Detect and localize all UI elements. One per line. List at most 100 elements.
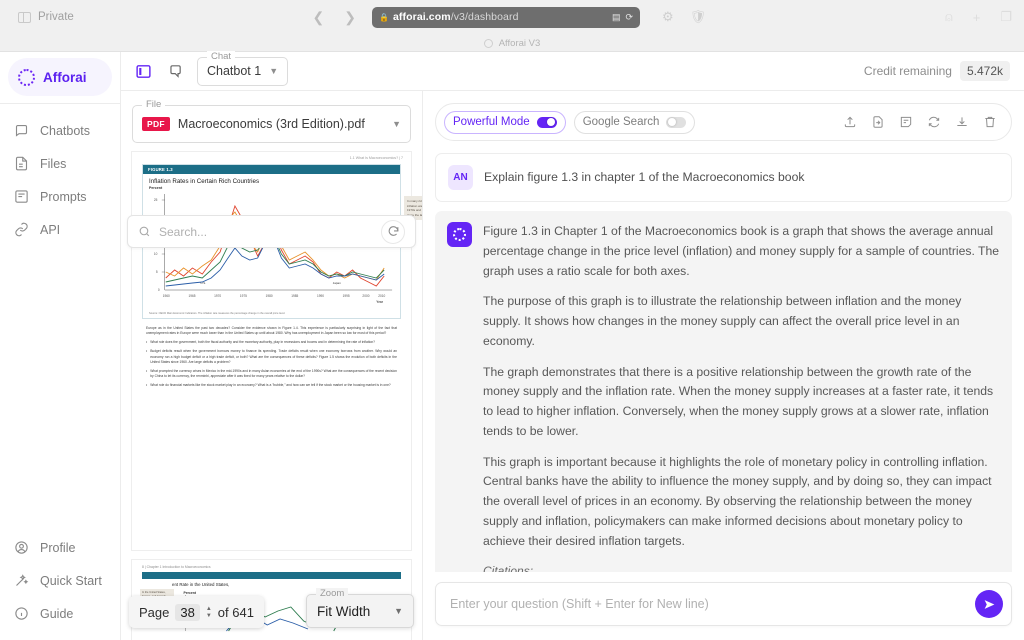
- sidebar-item-profile[interactable]: Profile: [0, 531, 120, 564]
- credit-display: Credit remaining 5.472k: [864, 61, 1010, 81]
- page-number-input[interactable]: 38: [175, 603, 200, 621]
- sidebar-item-guide[interactable]: Guide: [0, 597, 120, 630]
- page-navigator[interactable]: Page 38 ▲ ▼ of 641: [129, 596, 264, 628]
- plus-icon[interactable]: +: [973, 10, 981, 25]
- zoom-select[interactable]: Zoom Fit Width ▼: [306, 588, 414, 628]
- google-search-label: Google Search: [582, 116, 660, 128]
- page-stepper[interactable]: ▲ ▼: [206, 606, 212, 619]
- powerful-mode-switch[interactable]: [536, 116, 557, 128]
- figure-title: Inflation Rates in Certain Rich Countrie…: [149, 178, 260, 185]
- svg-text:0: 0: [158, 288, 160, 292]
- lock-icon: 🔒: [379, 12, 389, 22]
- chat-panel: Powerful Mode Google Search AN Explain f…: [423, 91, 1024, 640]
- svg-text:5: 5: [156, 270, 158, 274]
- svg-text:1975: 1975: [240, 294, 247, 298]
- browser-tab-title[interactable]: Afforai V3: [499, 38, 541, 49]
- google-search-switch[interactable]: [666, 116, 687, 128]
- svg-text:Japan: Japan: [333, 281, 341, 285]
- chat-input-box[interactable]: Enter your question (Shift + Enter for N…: [435, 582, 1012, 626]
- chevron-down-icon: ▼: [392, 119, 401, 129]
- sidebar-bottom-nav: Profile Quick Start Guide: [0, 531, 120, 640]
- shield-icon[interactable]: 🛡: [690, 9, 707, 25]
- sidebar-item-chatbots[interactable]: Chatbots: [0, 114, 120, 147]
- assistant-message: Figure 1.3 in Chapter 1 of the Macroecon…: [435, 211, 1012, 572]
- assistant-avatar: [447, 222, 472, 247]
- svg-text:U.S.: U.S.: [200, 281, 206, 285]
- sidebar-item-files[interactable]: Files: [0, 147, 120, 180]
- left-sidebar: Afforai Chatbots Files Prompts API Profi…: [0, 52, 121, 640]
- app-shell: Afforai Chatbots Files Prompts API Profi…: [0, 50, 1024, 640]
- url-domain: afforai.com: [392, 11, 451, 23]
- user-message-text: Explain figure 1.3 in chapter 1 of the M…: [484, 170, 805, 184]
- svg-text:Year: Year: [376, 300, 383, 304]
- download-icon[interactable]: [955, 115, 969, 129]
- afforai-dotted-circle-icon: [453, 228, 466, 241]
- chat-bubble-icon[interactable]: [166, 63, 183, 80]
- note-icon: [14, 189, 29, 204]
- trash-icon[interactable]: [983, 115, 997, 129]
- svg-text:1965: 1965: [188, 294, 195, 298]
- content-split: File PDF Macroeconomics (3rd Edition).pd…: [121, 91, 1024, 640]
- file-export-icon[interactable]: [871, 115, 885, 129]
- chat-select-legend: Chat: [207, 50, 236, 62]
- gear-icon[interactable]: ⚙: [662, 9, 674, 25]
- credit-value: 5.472k: [959, 61, 1010, 81]
- assistant-paragraph: This graph is important because it highl…: [483, 454, 992, 548]
- credit-label: Credit remaining: [863, 64, 952, 78]
- chat-bubble-icon: [14, 123, 29, 138]
- search-input[interactable]: Search...: [159, 225, 373, 239]
- copy-icon[interactable]: ❐: [1000, 9, 1012, 25]
- file-select[interactable]: File PDF Macroeconomics (3rd Edition).pd…: [132, 99, 411, 143]
- back-button[interactable]: ❮: [313, 9, 325, 26]
- zoom-select-legend: Zoom: [316, 588, 349, 599]
- info-circle-icon: [14, 606, 29, 621]
- pdf-page2-header: 8 | Chapter 1 Introduction to Macroecono…: [142, 565, 211, 569]
- user-message: AN Explain figure 1.3 in chapter 1 of th…: [435, 153, 1012, 202]
- pdf-search-bar[interactable]: Search...: [127, 215, 416, 248]
- assistant-paragraph: Figure 1.3 in Chapter 1 of the Macroecon…: [483, 224, 1000, 278]
- sidebar-toggle-icon[interactable]: [18, 11, 31, 23]
- pdf-paragraph: What role do financial markets like the …: [146, 383, 397, 388]
- sidebar-item-label: Guide: [40, 606, 74, 621]
- chat-input[interactable]: Enter your question (Shift + Enter for N…: [450, 597, 975, 611]
- brand-logo[interactable]: Afforai: [8, 58, 112, 96]
- user-circle-icon: [14, 540, 29, 555]
- svg-text:Percent: Percent: [184, 591, 197, 595]
- upload-icon[interactable]: [843, 115, 857, 129]
- refresh-icon[interactable]: [381, 219, 405, 244]
- avatar: AN: [448, 165, 473, 190]
- reload-icon[interactable]: ⟳: [625, 12, 633, 23]
- chevron-down-icon: ▼: [269, 66, 279, 76]
- svg-text:25: 25: [154, 198, 158, 202]
- chevron-down-icon: ▼: [394, 606, 403, 616]
- brand-name: Afforai: [43, 69, 87, 85]
- svg-text:1980: 1980: [266, 294, 273, 298]
- google-search-toggle[interactable]: Google Search: [573, 110, 696, 134]
- page-label: Page: [139, 604, 170, 620]
- assistant-message-body: Figure 1.3 in Chapter 1 of the Macroecon…: [483, 222, 1000, 572]
- pdf-body-text: Europe as in the United States the past …: [132, 319, 411, 388]
- share-icon[interactable]: ⍝: [945, 9, 953, 25]
- address-bar[interactable]: 🔒 afforai.com/v3/dashboard ▤ ⟳: [372, 6, 641, 28]
- magic-wand-icon: [14, 573, 29, 588]
- svg-text:1985: 1985: [291, 294, 298, 298]
- svg-text:1960: 1960: [163, 294, 170, 298]
- forward-button[interactable]: ❯: [344, 9, 356, 26]
- pdf-viewport[interactable]: 1.1 What Is Macroeconomics? | 7 FIGURE 1…: [121, 151, 422, 640]
- sidebar-item-quick-start[interactable]: Quick Start: [0, 564, 120, 597]
- sidebar-item-prompts[interactable]: Prompts: [0, 180, 120, 213]
- note-edit-icon[interactable]: [899, 115, 913, 129]
- sync-icon[interactable]: [927, 115, 941, 129]
- svg-text:1995: 1995: [343, 294, 350, 298]
- powerful-mode-toggle[interactable]: Powerful Mode: [444, 110, 566, 134]
- plug-icon: [14, 222, 29, 237]
- browser-chrome: Private ❮ ❯ 🔒 afforai.com/v3/dashboard ▤…: [0, 0, 1024, 52]
- citations-label: Citations:: [483, 564, 534, 572]
- puzzle-icon[interactable]: ▤: [612, 12, 621, 23]
- chatbot-select[interactable]: Chat Chatbot 1 ▼: [197, 50, 289, 86]
- send-button[interactable]: [975, 590, 1003, 618]
- sidebar-item-label: Chatbots: [40, 123, 91, 138]
- pdf-paragraph: Budget deficits result when the governme…: [146, 349, 397, 364]
- panel-left-icon[interactable]: [135, 63, 152, 80]
- sidebar-item-api[interactable]: API: [0, 213, 120, 246]
